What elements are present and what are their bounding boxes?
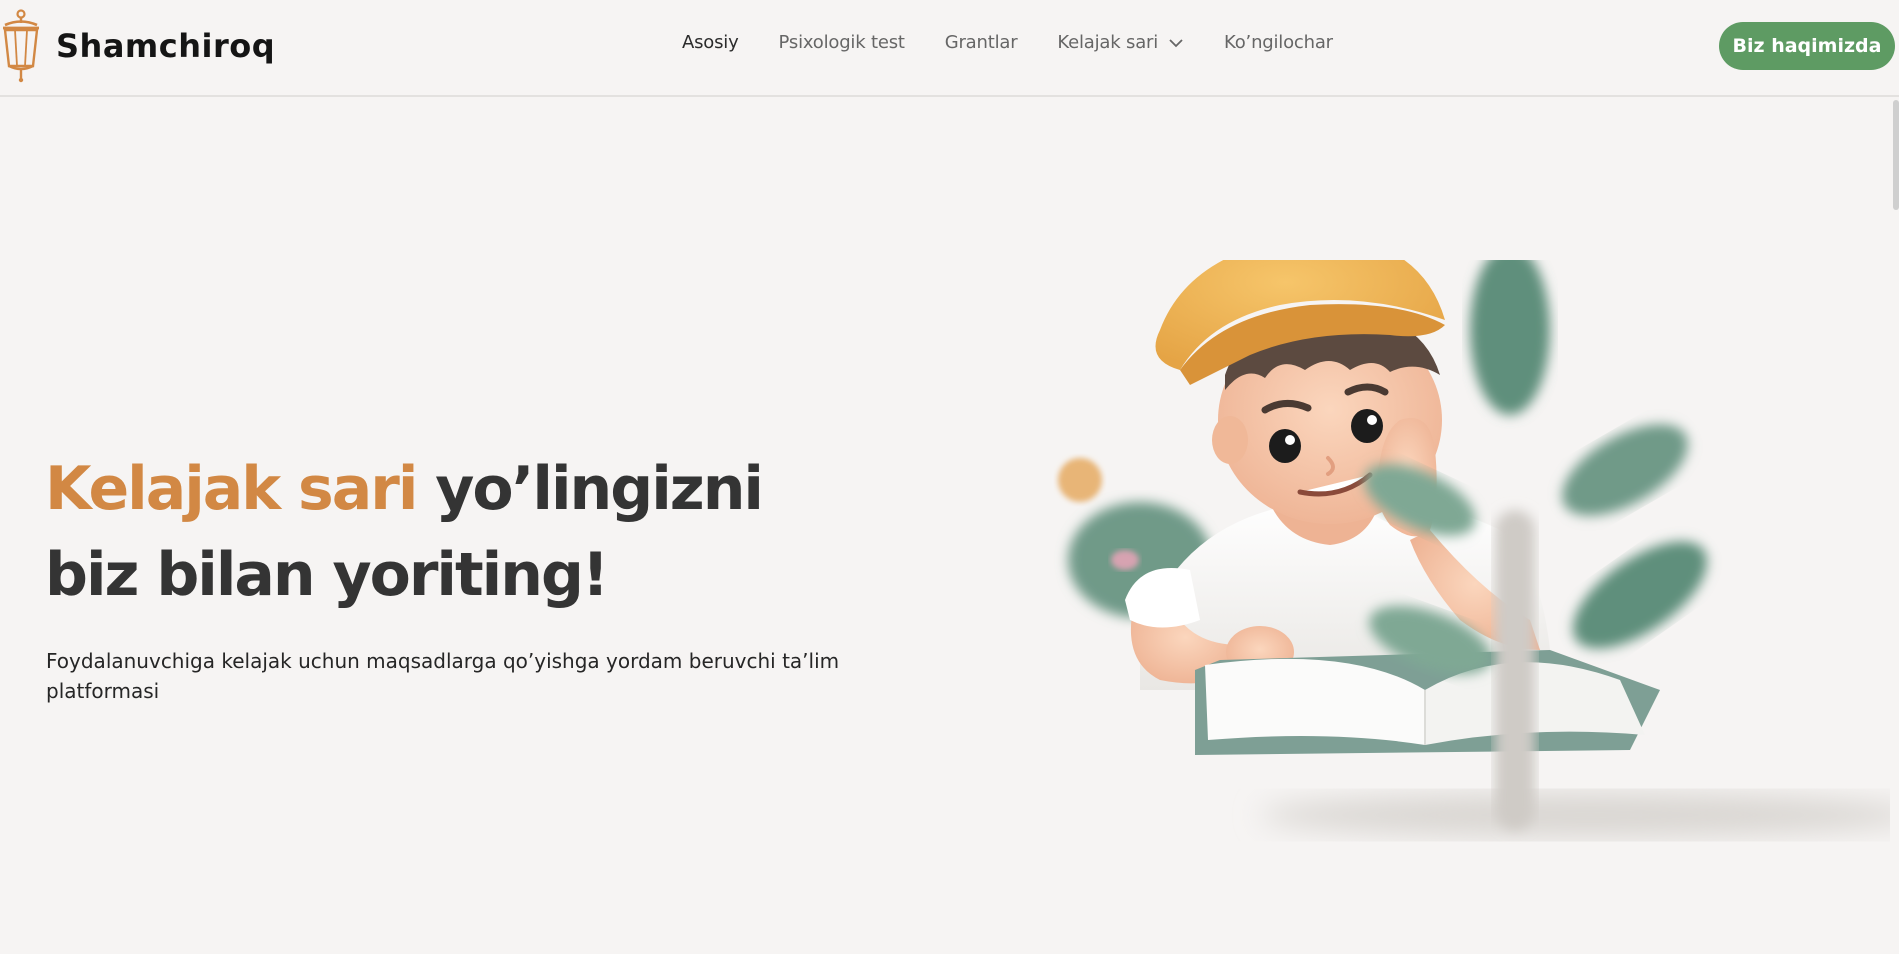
brand-name: Shamchiroq	[56, 27, 276, 65]
hero-subtitle: Foydalanuvchiga kelajak uchun maqsadlarg…	[46, 649, 840, 703]
nav-item-kongilochar[interactable]: Ko’ngilochar	[1224, 32, 1333, 53]
hero-title-line2: biz bilan yoriting!	[45, 540, 609, 610]
hero-title-line1-rest: yo’lingizni	[416, 454, 764, 524]
boy-reading-book-illustration	[1058, 260, 1890, 837]
lantern-icon	[3, 9, 39, 83]
logo[interactable]: Shamchiroq	[0, 8, 275, 84]
scrollbar-thumb[interactable]	[1893, 100, 1899, 210]
hero-illustration	[1030, 260, 1890, 860]
site-header: Shamchiroq Asosiy Psixologik test Grantl…	[0, 0, 1899, 97]
chevron-down-icon	[1169, 38, 1183, 47]
hero-title: Kelajak sari yo’lingizni biz bilan yorit…	[45, 446, 764, 618]
hero-title-accent: Kelajak sari	[45, 454, 418, 524]
nav-item-kelajak-sari-label: Kelajak sari	[1057, 32, 1159, 53]
main-nav: Asosiy Psixologik test Grantlar Kelajak …	[682, 32, 1333, 53]
nav-item-kelajak-sari[interactable]: Kelajak sari	[1057, 32, 1184, 53]
about-us-button[interactable]: Biz haqimizda	[1719, 22, 1895, 70]
nav-item-grantlar[interactable]: Grantlar	[945, 32, 1018, 53]
nav-item-asosiy[interactable]: Asosiy	[682, 32, 739, 53]
nav-item-psixologik-test[interactable]: Psixologik test	[779, 32, 905, 53]
